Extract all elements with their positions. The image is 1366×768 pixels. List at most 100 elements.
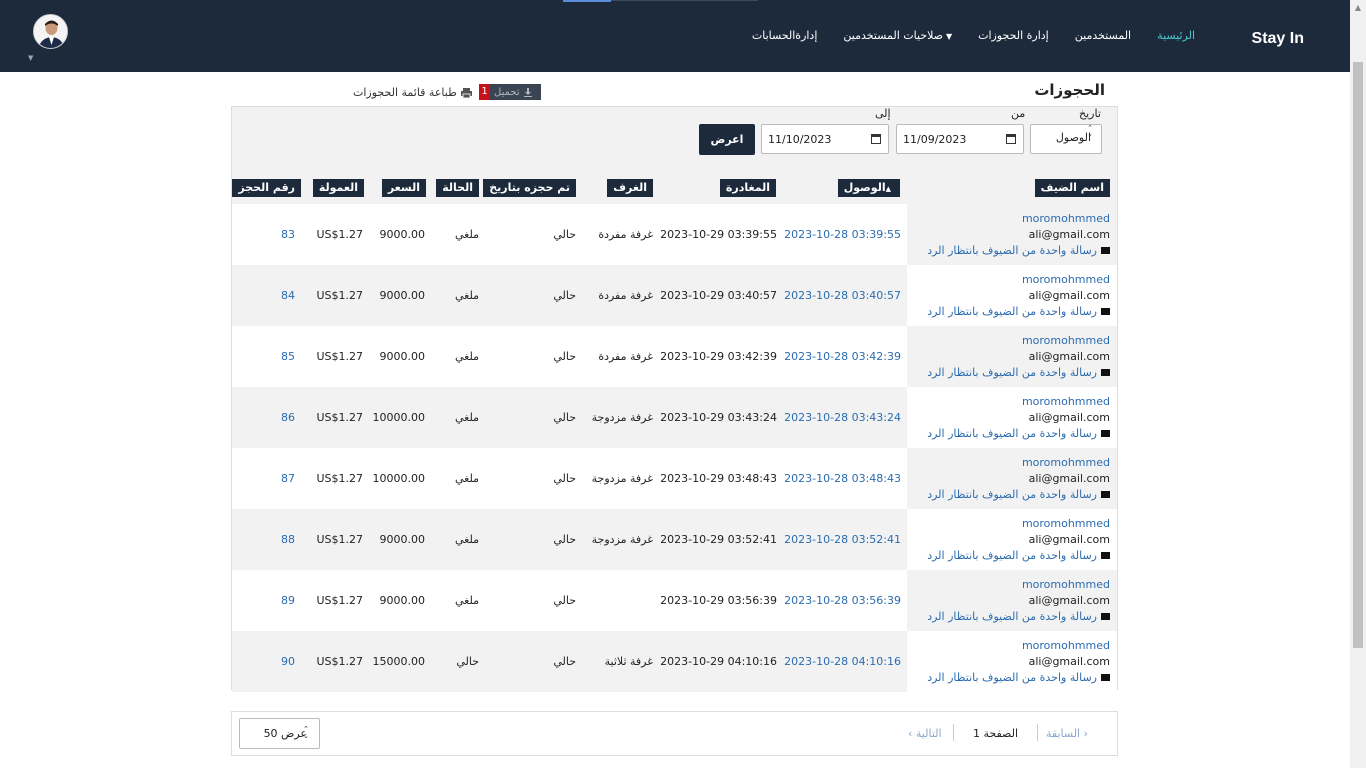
price-cell: 10000.00 xyxy=(372,472,426,485)
table-row[interactable]: moromohmmed ali@gmail.com رسالة واحدة من ا… xyxy=(232,448,1117,509)
guest-cell: moromohmmed ali@gmail.com رسالة واحدة من ا… xyxy=(907,387,1117,448)
arrival-cell[interactable]: 2023-10-28 03:52:41 xyxy=(784,533,901,546)
status-cell: ملغي xyxy=(454,289,479,302)
arrival-cell[interactable]: 2023-10-28 03:40:57 xyxy=(784,289,901,302)
to-date-input[interactable]: 11/10/2023 xyxy=(761,124,889,154)
from-label: من xyxy=(1011,107,1026,120)
col-booking-number[interactable]: رقم الحجز xyxy=(232,179,301,197)
calendar-icon[interactable] xyxy=(1006,134,1016,144)
guest-cell: moromohmmed ali@gmail.com رسالة واحدة من ا… xyxy=(907,265,1117,326)
scroll-up-arrow-icon[interactable]: ▲ xyxy=(1350,0,1366,16)
guest-name-link[interactable]: moromohmmed xyxy=(1022,212,1110,225)
message-label: رسالة واحدة من الضيوف بانتظار الرد xyxy=(927,488,1097,501)
guest-message-link[interactable]: رسالة واحدة من الضيوف بانتظار الرد xyxy=(927,305,1110,318)
printer-icon xyxy=(460,87,472,98)
brand-logo[interactable]: Stay In xyxy=(1252,30,1304,48)
prev-page-label: السابقة xyxy=(1046,727,1081,740)
arrival-cell[interactable]: 2023-10-28 03:48:43 xyxy=(784,472,901,485)
guest-name-link[interactable]: moromohmmed xyxy=(1022,395,1110,408)
departure-cell: 2023-10-29 03:56:39 xyxy=(660,594,777,607)
guest-name-link[interactable]: moromohmmed xyxy=(1022,334,1110,347)
envelope-icon xyxy=(1101,369,1110,376)
nav-accounts[interactable]: إدارةالحسابات xyxy=(739,29,831,42)
guest-name-link[interactable]: moromohmmed xyxy=(1022,517,1110,530)
booking-number-cell[interactable]: 87 xyxy=(281,472,295,485)
nav-links: الرئيسية المستخدمين إدارة الحجوزات صلاحي… xyxy=(739,29,1208,42)
message-label: رسالة واحدة من الضيوف بانتظار الرد xyxy=(927,549,1097,562)
col-booked-on[interactable]: تم حجزه بتاريخ xyxy=(483,179,576,197)
arrival-cell[interactable]: 2023-10-28 03:56:39 xyxy=(784,594,901,607)
col-rooms[interactable]: الغرف xyxy=(607,179,653,197)
table-row[interactable]: moromohmmed ali@gmail.com رسالة واحدة من ا… xyxy=(232,204,1117,265)
arrival-cell[interactable]: 2023-10-28 03:39:55 xyxy=(784,228,901,241)
booking-number-cell[interactable]: 85 xyxy=(281,350,295,363)
booking-number-cell[interactable]: 89 xyxy=(281,594,295,607)
guest-email: ali@gmail.com xyxy=(1028,594,1110,607)
room-cell: غرفة مفردة xyxy=(598,228,653,241)
table-row[interactable]: moromohmmed ali@gmail.com رسالة واحدة من ا… xyxy=(232,631,1117,692)
arrival-cell[interactable]: 2023-10-28 03:42:39 xyxy=(784,350,901,363)
table-row[interactable]: moromohmmed ali@gmail.com رسالة واحدة من ا… xyxy=(232,326,1117,387)
booking-number-cell[interactable]: 84 xyxy=(281,289,295,302)
col-departure[interactable]: المغادرة xyxy=(719,179,776,197)
next-page-button[interactable]: ‹ التالية xyxy=(908,727,942,740)
scroll-thumb[interactable] xyxy=(1353,62,1363,648)
message-label: رسالة واحدة من الضيوف بانتظار الرد xyxy=(927,305,1097,318)
guest-email: ali@gmail.com xyxy=(1028,411,1110,424)
from-date-input[interactable]: 11/09/2023 xyxy=(896,124,1024,154)
room-cell: غرفة مفردة xyxy=(598,289,653,302)
booking-number-cell[interactable]: 86 xyxy=(281,411,295,424)
avatar[interactable] xyxy=(33,14,68,49)
guest-cell: moromohmmed ali@gmail.com رسالة واحدة من ا… xyxy=(907,448,1117,509)
guest-message-link[interactable]: رسالة واحدة من الضيوف بانتظار الرد xyxy=(927,244,1110,257)
price-cell: 9000.00 xyxy=(379,350,426,363)
guest-message-link[interactable]: رسالة واحدة من الضيوف بانتظار الرد xyxy=(927,427,1110,440)
guest-name-link[interactable]: moromohmmed xyxy=(1022,273,1110,286)
nav-bookings[interactable]: إدارة الحجوزات xyxy=(965,29,1062,42)
col-status[interactable]: الحالة xyxy=(436,179,479,197)
date-type-select[interactable]: الوصول ⌃ ⌄ xyxy=(1030,124,1102,154)
show-button[interactable]: اعرض xyxy=(699,124,755,155)
guest-name-link[interactable]: moromohmmed xyxy=(1022,639,1110,652)
guest-email: ali@gmail.com xyxy=(1028,228,1110,241)
booking-number-cell[interactable]: 90 xyxy=(281,655,295,668)
download-button[interactable]: 1 تحميل xyxy=(479,84,541,100)
guest-message-link[interactable]: رسالة واحدة من الضيوف بانتظار الرد xyxy=(927,549,1110,562)
sort-asc-icon: ▲ xyxy=(885,185,891,193)
status-cell: ملغي xyxy=(454,350,479,363)
nav-home[interactable]: الرئيسية xyxy=(1144,29,1208,42)
message-label: رسالة واحدة من الضيوف بانتظار الرد xyxy=(927,610,1097,623)
guest-name-link[interactable]: moromohmmed xyxy=(1022,578,1110,591)
commission-cell: US$1.27 xyxy=(316,350,363,363)
per-page-select[interactable]: عرض 50 ⌃ ⌄ xyxy=(239,718,320,749)
page-scrollbar[interactable]: ▲ xyxy=(1350,0,1366,768)
guest-message-link[interactable]: رسالة واحدة من الضيوف بانتظار الرد xyxy=(927,488,1110,501)
print-bookings-link[interactable]: طباعة قائمة الحجوزات xyxy=(353,86,472,99)
booked-on-cell: حالي xyxy=(553,411,576,424)
col-price[interactable]: السعر xyxy=(381,179,426,197)
guest-message-link[interactable]: رسالة واحدة من الضيوف بانتظار الرد xyxy=(927,671,1110,684)
nav-users[interactable]: المستخدمين xyxy=(1062,29,1144,42)
calendar-icon[interactable] xyxy=(871,134,881,144)
arrival-cell[interactable]: 2023-10-28 04:10:16 xyxy=(784,655,901,668)
table-row[interactable]: moromohmmed ali@gmail.com رسالة واحدة من ا… xyxy=(232,265,1117,326)
guest-message-link[interactable]: رسالة واحدة من الضيوف بانتظار الرد xyxy=(927,610,1110,623)
booked-on-cell: حالي xyxy=(553,655,576,668)
col-commission[interactable]: العمولة xyxy=(312,179,364,197)
avatar-caret-icon[interactable]: ▼ xyxy=(28,54,33,62)
guest-name-link[interactable]: moromohmmed xyxy=(1022,456,1110,469)
price-cell: 15000.00 xyxy=(372,655,426,668)
booking-number-cell[interactable]: 88 xyxy=(281,533,295,546)
table-row[interactable]: moromohmmed ali@gmail.com رسالة واحدة من ا… xyxy=(232,387,1117,448)
table-row[interactable]: moromohmmed ali@gmail.com رسالة واحدة من ا… xyxy=(232,509,1117,570)
nav-permissions-dropdown[interactable]: صلاحيات المستخدمين ▼ xyxy=(830,29,965,42)
table-row[interactable]: moromohmmed ali@gmail.com رسالة واحدة من ا… xyxy=(232,570,1117,631)
guest-message-link[interactable]: رسالة واحدة من الضيوف بانتظار الرد xyxy=(927,366,1110,379)
prev-page-button[interactable]: السابقة › xyxy=(1046,727,1088,740)
arrival-cell[interactable]: 2023-10-28 03:43:24 xyxy=(784,411,901,424)
status-cell: ملغي xyxy=(454,228,479,241)
col-arrival[interactable]: الوصول▲ xyxy=(837,179,900,197)
col-guest-name[interactable]: اسم الضيف xyxy=(1034,179,1110,197)
guest-cell: moromohmmed ali@gmail.com رسالة واحدة من ا… xyxy=(907,326,1117,387)
booking-number-cell[interactable]: 83 xyxy=(281,228,295,241)
